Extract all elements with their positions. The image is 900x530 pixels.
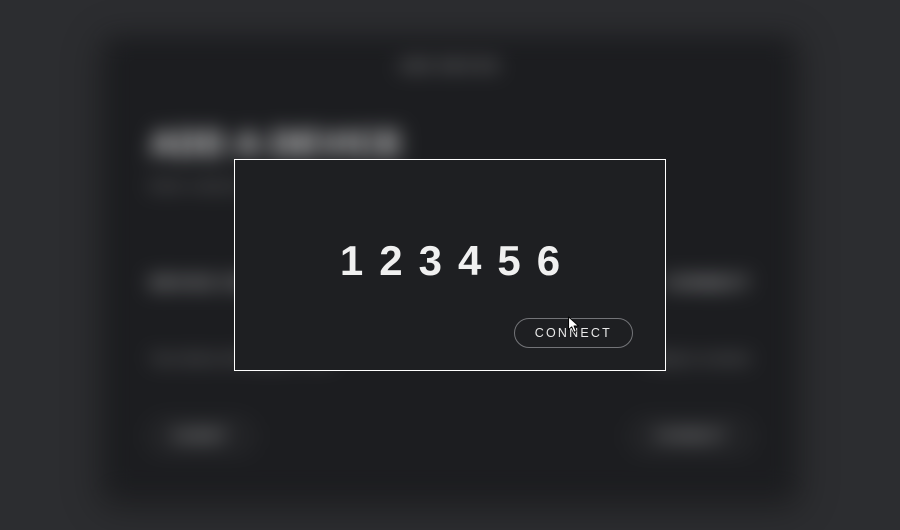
pairing-code: 123456 [340,237,576,285]
bg-left-pill: SUBMIT [150,421,252,451]
cursor-icon [567,316,581,334]
code-modal: 123456 CONNECT [234,159,666,371]
bg-top-label: ADD DEVICE [150,58,750,73]
bg-right-pill: CONNECT [632,421,750,451]
